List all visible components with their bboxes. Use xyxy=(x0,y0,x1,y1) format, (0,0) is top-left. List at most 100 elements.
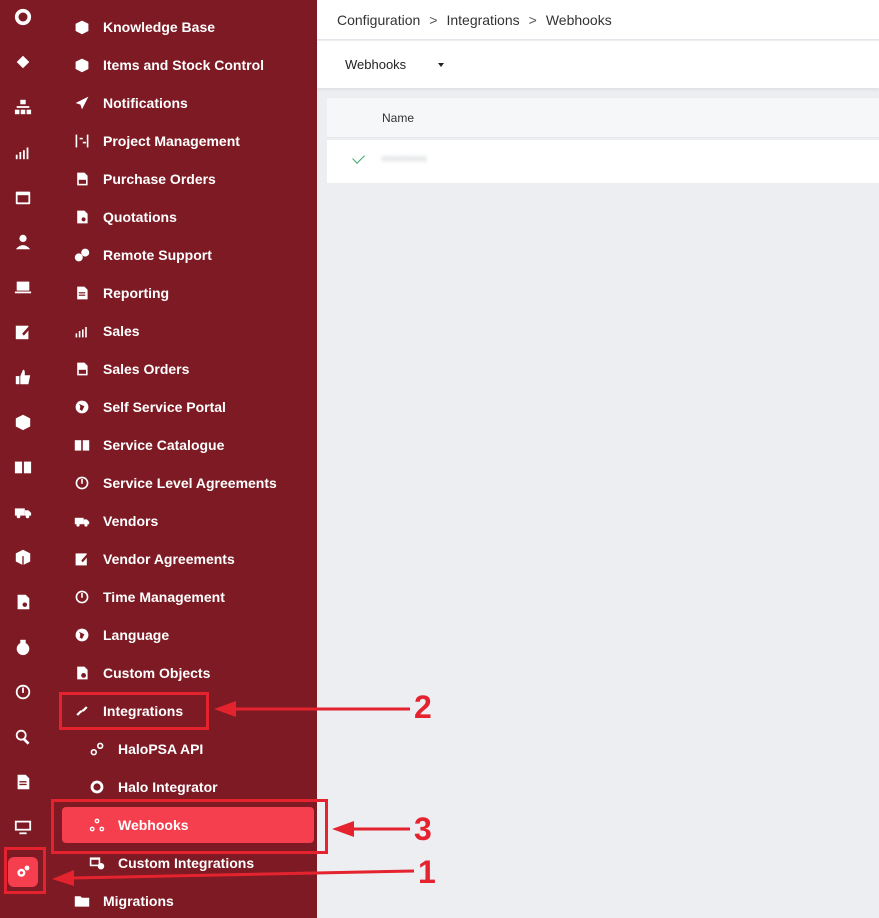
annotation-number-3: 3 xyxy=(414,811,432,847)
gear-icon[interactable] xyxy=(8,857,38,887)
nav-item-halo-integrator[interactable]: Halo Integrator xyxy=(88,772,218,802)
so-icon xyxy=(73,360,91,378)
box-icon[interactable] xyxy=(12,411,33,432)
nav-item-language[interactable]: Language xyxy=(73,620,169,650)
toolbar: Webhooks xyxy=(317,41,879,88)
nav-item-service-catalogue[interactable]: Service Catalogue xyxy=(73,430,224,460)
api-icon xyxy=(88,740,106,758)
remote-icon xyxy=(73,246,91,264)
annotation-number-1: 1 xyxy=(418,854,436,890)
nav-item-purchase-orders[interactable]: Purchase Orders xyxy=(73,164,216,194)
cube-icon[interactable] xyxy=(12,546,33,567)
nav-item-time-management[interactable]: Time Management xyxy=(73,582,225,612)
nav-item-knowledge-base[interactable]: Knowledge Base xyxy=(73,12,215,42)
webhook-icon xyxy=(88,816,106,834)
nav-item-project-management[interactable]: Project Management xyxy=(73,126,240,156)
nav-item-items-stock[interactable]: Items and Stock Control xyxy=(73,50,264,80)
thumbs-up-icon[interactable] xyxy=(12,366,33,387)
nav-item-custom-integrations[interactable]: Custom Integrations xyxy=(88,848,254,878)
nav-item-quotations[interactable]: Quotations xyxy=(73,202,177,232)
nav-item-sales-orders[interactable]: Sales Orders xyxy=(73,354,189,384)
laptop-icon[interactable] xyxy=(12,276,33,297)
nav-item-label: Vendors xyxy=(103,513,159,529)
configuration-nav: Knowledge Base Items and Stock Control N… xyxy=(45,0,317,918)
folder-icon xyxy=(73,892,91,910)
link-icon xyxy=(73,702,91,720)
ticket-icon[interactable] xyxy=(12,51,33,72)
webhook-name: ******** xyxy=(382,154,428,168)
monitor-icon[interactable] xyxy=(12,816,33,837)
nav-item-webhooks[interactable]: Webhooks xyxy=(62,807,314,843)
main-content: Configuration > Integrations > Webhooks … xyxy=(317,0,879,918)
custom-object-icon xyxy=(73,664,91,682)
nav-item-vendor-agreements[interactable]: Vendor Agreements xyxy=(73,544,235,574)
truck-icon[interactable] xyxy=(12,501,33,522)
nav-item-remote-support[interactable]: Remote Support xyxy=(73,240,212,270)
view-dropdown[interactable]: Webhooks xyxy=(345,57,445,72)
po-icon xyxy=(73,170,91,188)
nav-item-vendors[interactable]: Vendors xyxy=(73,506,158,536)
org-chart-icon[interactable] xyxy=(12,96,33,117)
project-icon xyxy=(73,132,91,150)
nav-item-label: Purchase Orders xyxy=(103,171,216,187)
nav-item-notifications[interactable]: Notifications xyxy=(73,88,188,118)
chart-icon[interactable] xyxy=(12,141,33,162)
table-header: Name xyxy=(327,98,879,138)
breadcrumb-webhooks: Webhooks xyxy=(545,11,612,28)
nav-item-migrations[interactable]: Migrations xyxy=(73,886,174,916)
clock-icon[interactable] xyxy=(12,681,33,702)
document-icon[interactable] xyxy=(12,591,33,612)
nav-item-label: Halo Integrator xyxy=(118,779,218,795)
globe-icon xyxy=(73,398,91,416)
breadcrumb-configuration[interactable]: Configuration xyxy=(337,12,420,28)
user-icon[interactable] xyxy=(12,231,33,252)
search-icon[interactable] xyxy=(12,726,33,747)
book-icon xyxy=(73,436,91,454)
nav-item-sales[interactable]: Sales xyxy=(73,316,140,346)
report-icon xyxy=(73,284,91,302)
chevron-right-icon: > xyxy=(429,11,438,28)
circle-icon xyxy=(88,778,106,796)
nav-item-sla[interactable]: Service Level Agreements xyxy=(73,468,277,498)
globe-icon xyxy=(73,626,91,644)
nav-item-label: Project Management xyxy=(103,133,240,149)
nav-item-label: Service Level Agreements xyxy=(103,475,277,491)
nav-item-self-service-portal[interactable]: Self Service Portal xyxy=(73,392,226,422)
chevron-right-icon: > xyxy=(528,11,537,28)
box-icon xyxy=(73,18,91,36)
nav-item-label: Sales Orders xyxy=(103,361,190,377)
nav-item-label: Vendor Agreements xyxy=(103,551,235,567)
truck-icon xyxy=(73,512,91,530)
nav-item-integrations[interactable]: Integrations xyxy=(73,696,183,726)
nav-item-label: Webhooks xyxy=(118,817,189,833)
breadcrumb-integrations[interactable]: Integrations xyxy=(446,12,519,28)
annotation-number-2: 2 xyxy=(414,689,432,725)
nav-item-custom-objects[interactable]: Custom Objects xyxy=(73,658,210,688)
nav-item-label: Self Service Portal xyxy=(103,399,226,415)
edit-icon[interactable] xyxy=(12,321,33,342)
column-header-name[interactable]: Name xyxy=(382,111,414,125)
timer-icon xyxy=(73,474,91,492)
nav-item-label: Remote Support xyxy=(103,247,212,263)
nav-item-label: Knowledge Base xyxy=(103,19,216,35)
book-icon[interactable] xyxy=(12,456,33,477)
nav-item-label: Reporting xyxy=(103,285,170,301)
nav-item-reporting[interactable]: Reporting xyxy=(73,278,169,308)
nav-item-label: Custom Integrations xyxy=(118,855,255,871)
nav-item-halopsa-api[interactable]: HaloPSA API xyxy=(88,734,203,764)
calendar-icon[interactable] xyxy=(12,186,33,207)
nav-item-label: Integrations xyxy=(103,703,184,719)
halo-logo-icon[interactable] xyxy=(12,6,33,27)
edit-icon xyxy=(73,550,91,568)
money-bag-icon[interactable] xyxy=(12,636,33,657)
table-row[interactable]: ******** xyxy=(327,140,879,183)
nav-item-label: HaloPSA API xyxy=(118,741,204,757)
icon-rail xyxy=(0,0,45,918)
nav-item-label: Items and Stock Control xyxy=(103,57,265,73)
caret-down-icon xyxy=(438,62,445,67)
grid-gear-icon xyxy=(88,854,106,872)
dropdown-label: Webhooks xyxy=(345,57,407,72)
report-icon[interactable] xyxy=(12,771,33,792)
chart-icon xyxy=(73,322,91,340)
quote-icon xyxy=(73,208,91,226)
